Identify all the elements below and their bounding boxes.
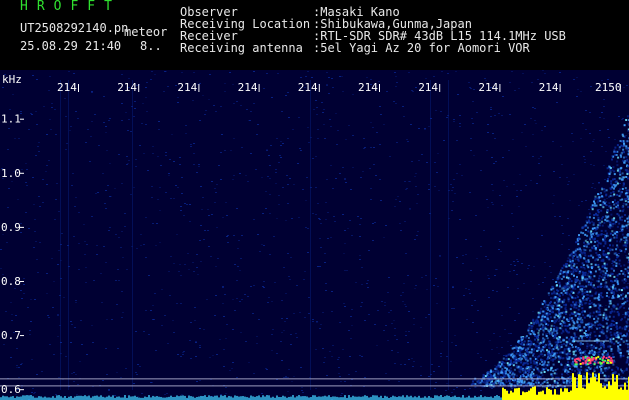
unit-label: kHz xyxy=(2,73,22,86)
freq-tick-label: 1.0 xyxy=(1,167,21,180)
meteor-label: meteor xyxy=(124,25,168,39)
antenna-label: Receiving antenna xyxy=(180,41,303,55)
time-tick-label: 214 xyxy=(238,81,258,94)
freq-tick-label: 0.6 xyxy=(1,383,21,396)
date-time: 25.08.29 21:40 xyxy=(20,39,122,53)
freq-tick-label: 0.8 xyxy=(1,275,21,288)
freq-tick-label: 0.9 xyxy=(1,221,21,234)
time-tick-label: 214 xyxy=(57,81,77,94)
freq-tick-label: 0.7 xyxy=(1,329,21,342)
time-tick-label: 214 xyxy=(418,81,438,94)
time-tick-label: 214 xyxy=(478,81,498,94)
freq-tick-label: 1.1 xyxy=(1,113,21,126)
spectrogram-plot: kHz 1.1 1.0 0.9 0.8 0.7 0.6 214 214 214 214 214 21… xyxy=(0,70,629,400)
time-tick-label: 214 xyxy=(177,81,197,94)
antenna-value: :5el Yagi Az 20 for Aomori VOR xyxy=(313,41,530,55)
header: HROFFT UT2508292140.pn meteor 25.08.29 2… xyxy=(0,0,629,70)
time-tick-label: 214 xyxy=(298,81,318,94)
time-tick-label: 214 xyxy=(539,81,559,94)
file-name: UT2508292140.pn xyxy=(20,21,129,35)
time-tick-label: 214 xyxy=(117,81,137,94)
time-tick-label: 214 xyxy=(358,81,378,94)
mode-label: 8.. xyxy=(140,39,162,53)
time-tick-label: 2150 xyxy=(595,81,622,94)
app-title: HROFFT xyxy=(20,0,121,14)
